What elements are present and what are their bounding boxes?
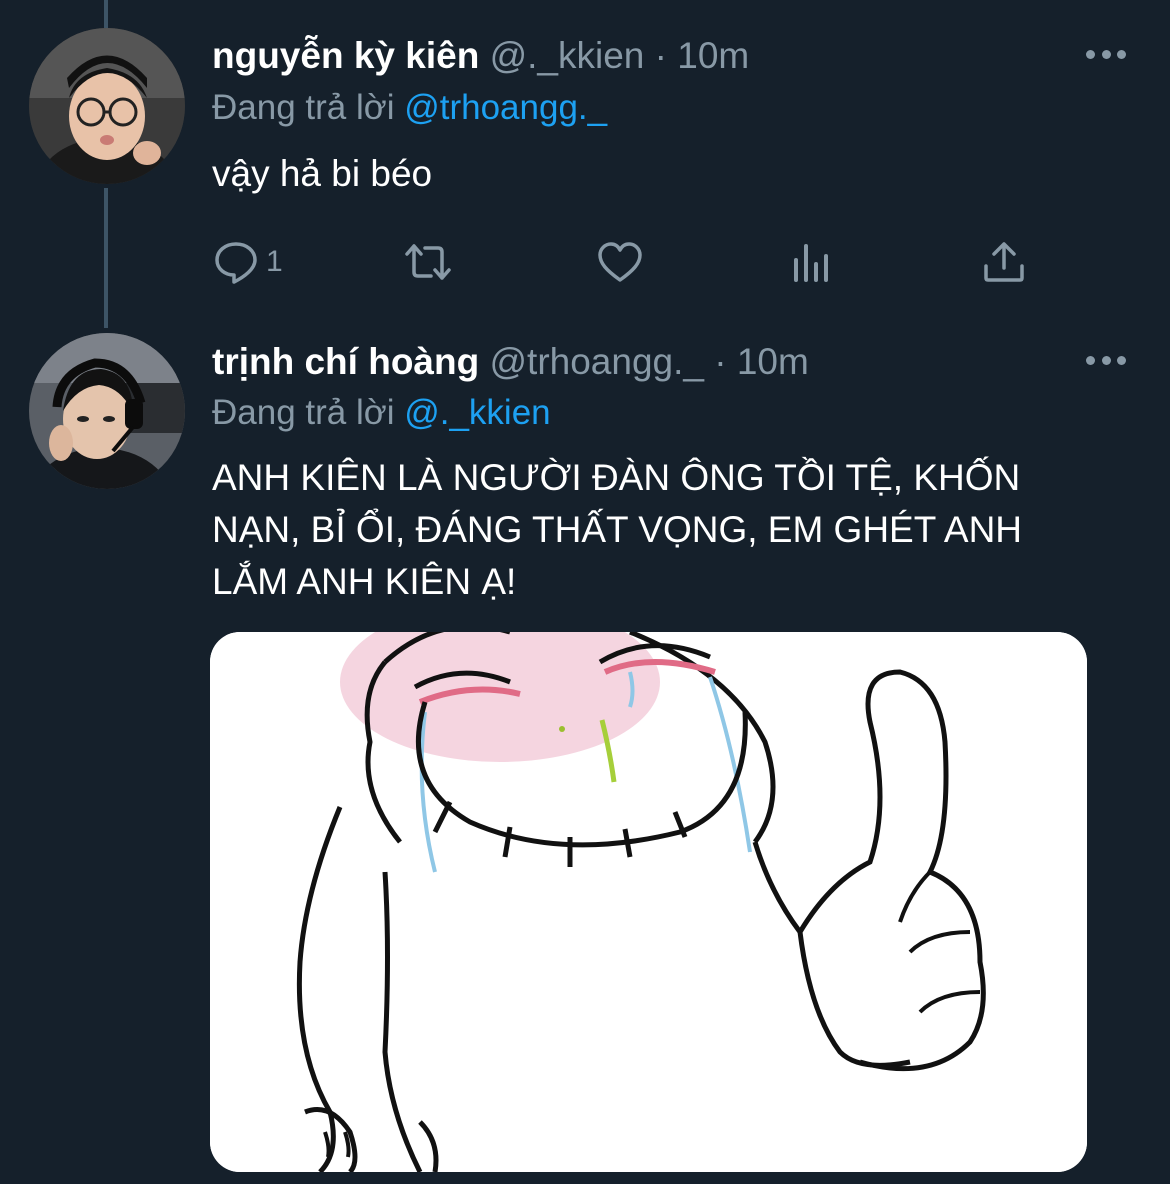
tweet-header: trịnh chí hoàng @trhoangg._ · 10m [212, 340, 809, 384]
tweet-text: vậy hả bi béo [212, 153, 433, 194]
tweet-thread: nguyễn kỳ kiên @._kkien · 10m Đang trả l… [0, 0, 1170, 1184]
heart-icon [598, 242, 642, 282]
reply-mention-link[interactable]: @trhoangg._ [404, 88, 607, 127]
tweet-action-bar: 1 [212, 232, 1042, 292]
like-button[interactable] [596, 232, 644, 292]
share-icon [984, 242, 1024, 282]
display-name[interactable]: nguyễn kỳ kiên [212, 35, 479, 76]
timestamp[interactable]: 10m [737, 341, 809, 382]
replying-to-label: Đang trả lời [212, 88, 395, 127]
thread-line-connector [104, 188, 108, 328]
separator-dot: · [654, 35, 667, 76]
avatar-kkien[interactable] [29, 28, 185, 184]
avatar-trhoangg[interactable] [29, 333, 185, 489]
replying-to-label: Đang trả lời [212, 393, 395, 432]
crying-meme-drawing [210, 632, 1087, 1172]
user-handle[interactable]: @trhoangg._ [489, 341, 703, 382]
display-name[interactable]: trịnh chí hoàng [212, 341, 479, 382]
reply-icon [215, 242, 257, 284]
separator-dot: · [714, 341, 727, 382]
retweet-button[interactable] [404, 232, 452, 292]
more-icon[interactable] [1086, 350, 1126, 370]
tweet-media-image[interactable] [210, 632, 1087, 1172]
reply-mention-link[interactable]: @._kkien [404, 393, 550, 432]
replying-to: Đang trả lời @trhoangg._ [212, 86, 607, 130]
reply-button[interactable]: 1 [212, 232, 283, 292]
replying-to: Đang trả lời @._kkien [212, 391, 551, 435]
retweet-icon [405, 244, 451, 280]
share-button[interactable] [980, 232, 1028, 292]
reply-count: 1 [266, 245, 283, 278]
stats-icon [794, 244, 828, 282]
tweet-text: ANH KIÊN LÀ NGƯỜI ĐÀN ÔNG TỒI TỆ, KHỐN N… [212, 457, 1023, 602]
timestamp[interactable]: 10m [677, 35, 749, 76]
tweet-header: nguyễn kỳ kiên @._kkien · 10m [212, 34, 749, 78]
user-handle[interactable]: @._kkien [490, 35, 645, 76]
more-icon[interactable] [1086, 44, 1126, 64]
analytics-button[interactable] [788, 232, 836, 292]
